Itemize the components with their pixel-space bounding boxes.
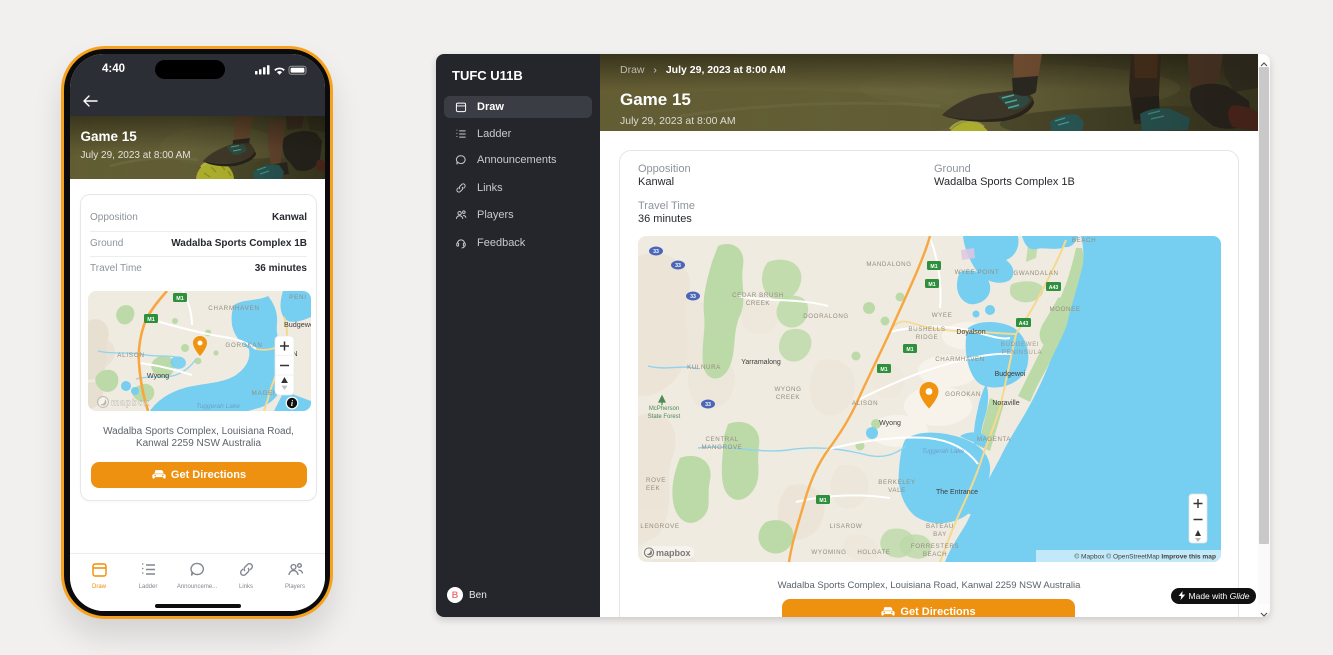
svg-text:BEACH: BEACH (923, 551, 947, 558)
svg-text:Yarramalong: Yarramalong (741, 359, 781, 366)
svg-text:BERKELEY: BERKELEY (878, 479, 915, 486)
svg-text:33: 33 (675, 263, 681, 269)
svg-text:PENINSULA: PENINSULA (1002, 349, 1043, 356)
svg-text:BATEAU: BATEAU (926, 523, 954, 530)
svg-text:GOROKAN: GOROKAN (225, 342, 262, 349)
svg-text:M1: M1 (880, 367, 887, 373)
svg-text:M1: M1 (147, 317, 155, 323)
svg-text:M1: M1 (930, 264, 937, 270)
svg-text:MOONEE: MOONEE (1049, 306, 1080, 313)
svg-text:ALISON: ALISON (117, 352, 145, 359)
svg-text:KULNURA: KULNURA (687, 364, 721, 371)
svg-text:State Forest: State Forest (648, 414, 681, 420)
svg-text:RIDGE: RIDGE (916, 334, 939, 341)
svg-text:CREEK: CREEK (776, 394, 801, 401)
svg-text:mapbox: mapbox (656, 548, 691, 558)
svg-text:HOLGATE: HOLGATE (857, 549, 890, 556)
svg-text:MANDALONG: MANDALONG (866, 261, 911, 268)
svg-text:BAY: BAY (933, 531, 947, 538)
svg-text:Noraville: Noraville (992, 400, 1019, 407)
svg-text:BUSHELLS: BUSHELLS (908, 326, 945, 333)
svg-text:WYEE: WYEE (932, 312, 953, 319)
svg-text:M1: M1 (928, 282, 935, 288)
svg-text:A43: A43 (1049, 285, 1059, 291)
svg-text:CENTRAL: CENTRAL (705, 436, 738, 443)
svg-text:WYONG: WYONG (774, 386, 801, 393)
svg-text:33: 33 (690, 294, 696, 300)
svg-text:WYOMING: WYOMING (811, 549, 846, 556)
svg-text:A43: A43 (1019, 321, 1029, 327)
svg-text:Tuggerah Lake: Tuggerah Lake (196, 403, 240, 410)
svg-text:MAGENTA: MAGENTA (977, 436, 1012, 443)
svg-text:M1: M1 (906, 347, 913, 353)
svg-text:McPherson: McPherson (649, 406, 679, 412)
svg-text:CHARMHAVEN: CHARMHAVEN (935, 356, 985, 363)
svg-text:ROVE: ROVE (646, 477, 666, 484)
svg-text:Wyong: Wyong (147, 371, 169, 380)
svg-text:33: 33 (705, 402, 711, 408)
svg-text:mapbox: mapbox (111, 398, 150, 409)
svg-text:ALISON: ALISON (852, 400, 878, 407)
svg-text:EEK: EEK (646, 485, 660, 492)
svg-text:BUDGEWEI: BUDGEWEI (1001, 341, 1040, 348)
svg-text:The Entrance: The Entrance (936, 489, 978, 496)
svg-text:MAGEN: MAGEN (252, 390, 279, 397)
svg-text:33: 33 (653, 249, 659, 255)
svg-text:LENGROVE: LENGROVE (640, 523, 679, 530)
svg-text:FORRESTERS: FORRESTERS (911, 543, 959, 550)
svg-text:PENI: PENI (289, 294, 307, 301)
svg-text:VALE: VALE (888, 487, 906, 494)
svg-text:MANGROVE: MANGROVE (702, 444, 743, 451)
svg-text:Doyalson: Doyalson (956, 329, 985, 336)
svg-text:LISAROW: LISAROW (830, 523, 863, 530)
svg-text:CEDAR BRUSH: CEDAR BRUSH (732, 292, 784, 299)
svg-text:GWANDALAN: GWANDALAN (1013, 270, 1058, 277)
svg-text:Tuggerah Lake: Tuggerah Lake (922, 448, 964, 455)
svg-text:Budgewo: Budgewo (284, 320, 311, 329)
svg-text:Budgewoi: Budgewoi (995, 371, 1026, 378)
svg-text:WYEE POINT: WYEE POINT (955, 269, 1000, 276)
svg-text:BEACH: BEACH (1072, 237, 1096, 244)
svg-text:CHARMHAVEN: CHARMHAVEN (208, 305, 260, 312)
svg-text:M1: M1 (176, 296, 184, 302)
svg-text:CREEK: CREEK (746, 300, 771, 307)
svg-text:M1: M1 (819, 498, 826, 504)
svg-text:© Mapbox © OpenStreetMap Impro: © Mapbox © OpenStreetMap Improve this ma… (1074, 553, 1216, 561)
svg-text:GOROKAN: GOROKAN (945, 391, 981, 398)
svg-text:Wyong: Wyong (879, 420, 901, 427)
svg-text:DOORALONG: DOORALONG (803, 313, 849, 320)
